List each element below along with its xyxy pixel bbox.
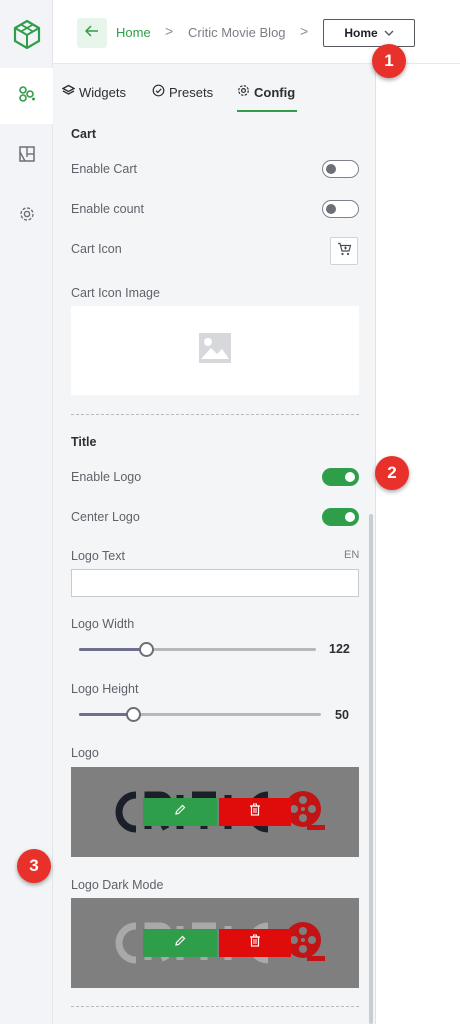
logo-edit-button[interactable] [143,798,217,826]
cart-icon-picker[interactable] [330,237,358,265]
page-select-value: Home [344,26,378,40]
cart-icon-image-upload[interactable] [71,306,359,395]
callout-badge-3: 3 [17,849,51,883]
panel-scrollbar[interactable] [369,514,373,1024]
tab-config[interactable]: Config [237,84,295,100]
center-logo-label: Center Logo [71,510,140,524]
rail-item-layout[interactable] [0,128,53,184]
logo-width-value: 122 [329,642,350,656]
logo-preview [71,767,359,857]
tab-widgets[interactable]: Widgets [61,84,126,100]
active-tab-indicator [237,110,297,112]
trash-icon [249,803,261,821]
tab-presets-label: Presets [169,84,214,100]
enable-count-label: Enable count [71,202,144,216]
callout-badge-1: 1 [372,44,406,78]
layout-icon [18,145,36,168]
enable-cart-label: Enable Cart [71,162,138,176]
logo-dark-mode-label: Logo Dark Mode [71,878,164,892]
logo-width-label: Logo Width [71,617,135,631]
language-indicator: EN [344,549,360,561]
enable-logo-toggle[interactable] [322,468,359,486]
widgets-icon [18,85,36,108]
rail-item-widgets[interactable] [0,68,53,124]
callout-badge-2: 2 [375,456,409,490]
pencil-icon [174,934,186,952]
enable-logo-label: Enable Logo [71,470,142,484]
breadcrumb-separator: > [300,23,309,39]
check-circle-icon [152,84,165,100]
logo-text-label: Logo Text [71,549,125,563]
logo-width-slider-handle[interactable] [139,642,154,657]
logo-height-slider-handle[interactable] [126,707,141,722]
logo-dark-mode-preview [71,898,359,988]
logo-height-label: Logo Height [71,682,139,696]
tab-widgets-label: Widgets [79,84,126,100]
rail-item-settings[interactable] [0,188,53,244]
cart-icon-image-label: Cart Icon Image [71,286,160,300]
breadcrumb-home[interactable]: Home [116,25,151,40]
cart-section-title: Cart [71,127,97,141]
logo-delete-button[interactable] [219,798,291,826]
page-select[interactable]: Home [323,19,415,47]
enable-cart-toggle[interactable] [322,160,359,178]
title-section-title: Title [71,435,97,449]
chevron-down-icon [384,26,394,40]
logo-text-input[interactable] [71,569,359,597]
back-button[interactable] [77,18,107,48]
layers-icon [61,84,76,100]
section-divider [71,414,359,415]
enable-count-toggle[interactable] [322,200,359,218]
center-logo-toggle[interactable] [322,508,359,526]
pencil-icon [174,803,186,821]
logo-height-value: 50 [335,708,349,722]
breadcrumb-separator: > [165,23,174,39]
logo-dark-delete-button[interactable] [219,929,291,957]
gear-icon [237,84,250,100]
tab-config-label: Config [254,84,296,100]
logo-dark-edit-button[interactable] [143,929,217,957]
logo-height-slider[interactable] [79,707,321,722]
cart-icon [337,242,352,261]
image-placeholder-icon [198,332,232,369]
tab-presets[interactable]: Presets [152,84,213,100]
logo-width-slider-fill [79,648,146,651]
gear-icon [18,205,36,228]
cube-logo-icon[interactable] [0,0,53,68]
breadcrumb-blog[interactable]: Critic Movie Blog [188,25,286,40]
section-divider [71,1006,359,1007]
logo-width-slider[interactable] [79,642,316,657]
panel-tabs: Widgets Presets Config [53,64,375,114]
cart-icon-label: Cart Icon [71,242,122,256]
trash-icon [249,934,261,952]
arrow-left-icon [84,24,99,42]
settings-panel: Widgets Presets Config Cart Enable Cart … [53,64,376,1024]
logo-label: Logo [71,746,99,760]
